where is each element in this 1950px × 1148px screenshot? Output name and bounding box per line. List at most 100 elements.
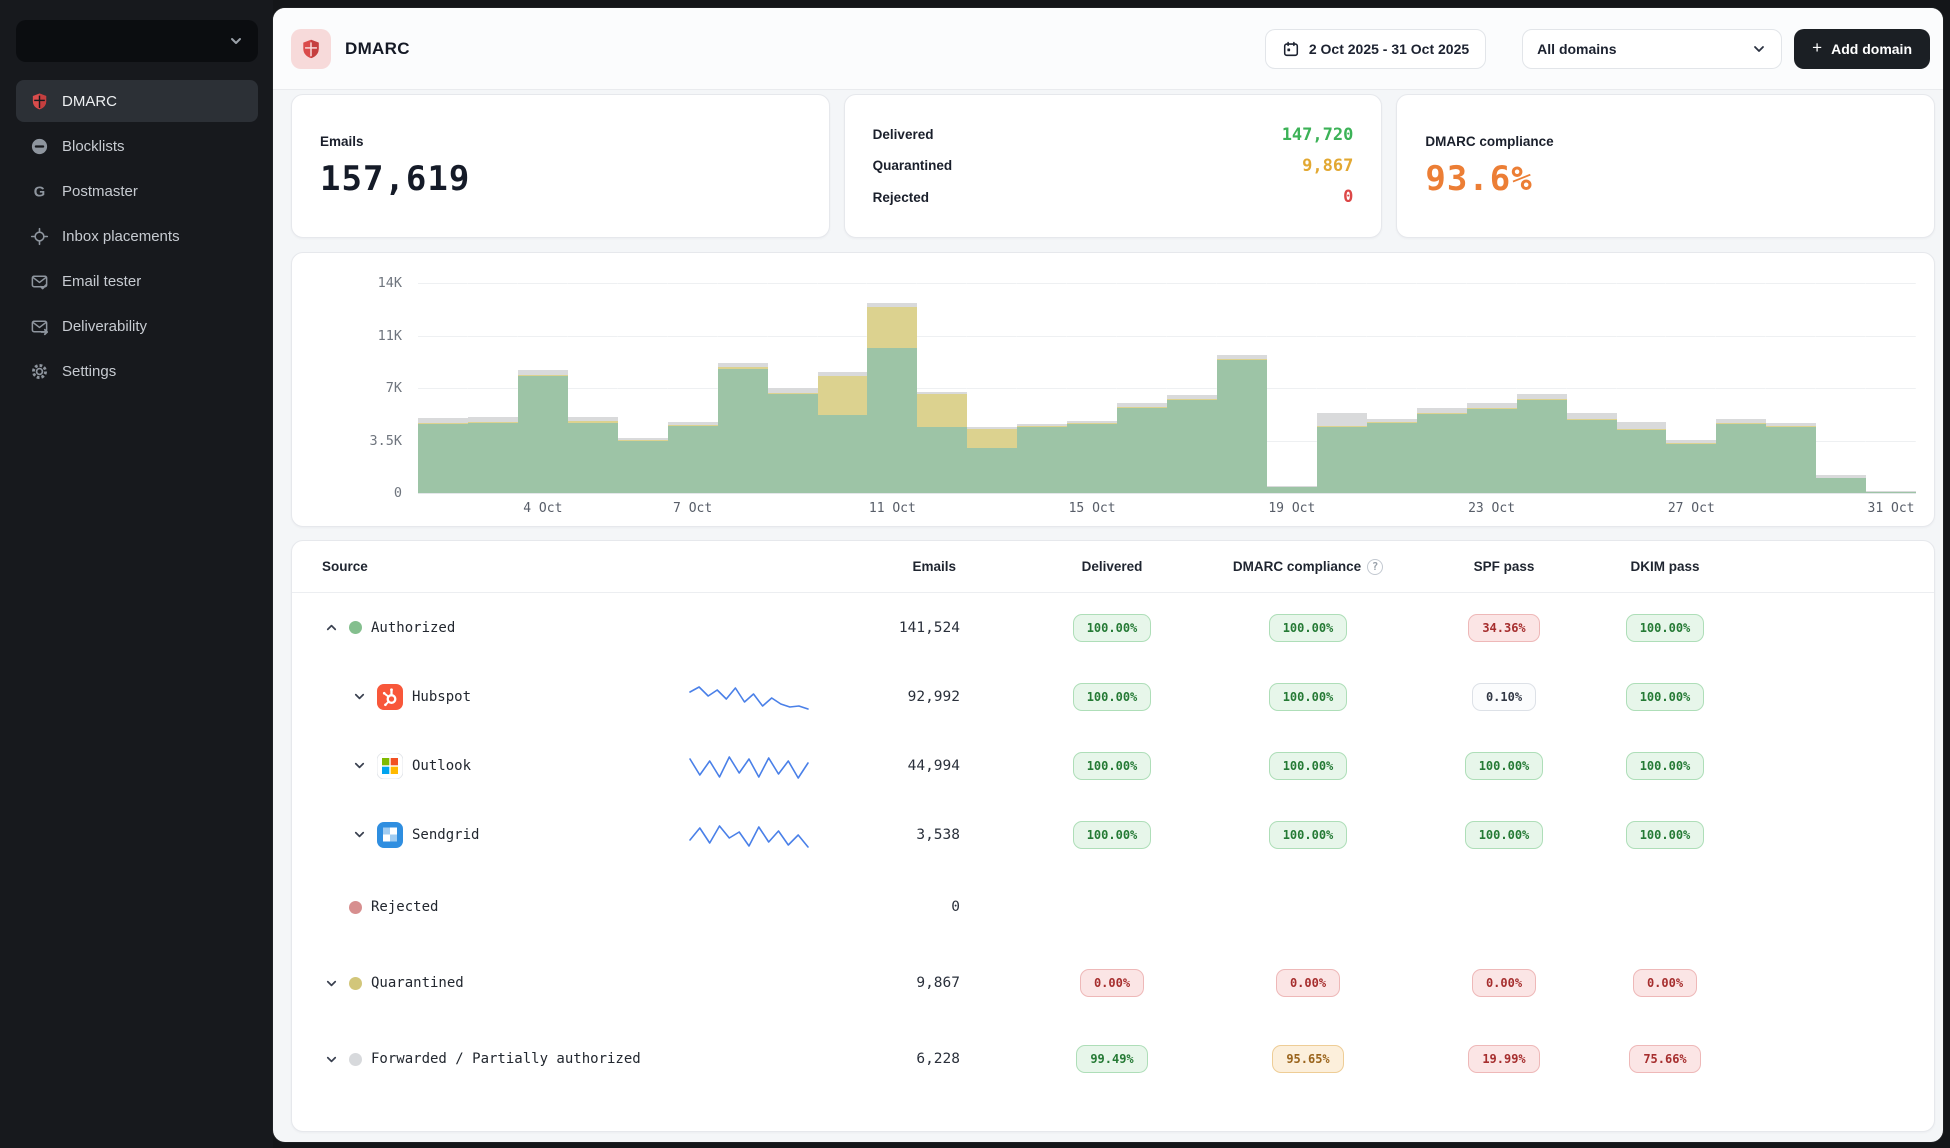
delivery-value: 147,720 xyxy=(1282,125,1354,145)
bar-30-oct xyxy=(1816,283,1866,493)
bar-segment-delivered xyxy=(1517,400,1567,493)
dmarc-compliance-badge: 100.00% xyxy=(1269,614,1348,642)
bar-21-oct xyxy=(1367,283,1417,493)
col-dkim-pass: DKIM pass xyxy=(1602,559,1728,574)
settings-icon xyxy=(29,361,49,381)
dkim-pass-cell: 100.00% xyxy=(1602,752,1728,780)
bar-13-oct xyxy=(967,283,1017,493)
bar-segment-delivered xyxy=(468,423,518,493)
chevron-down-icon[interactable] xyxy=(350,688,368,706)
source-label: Hubspot xyxy=(412,689,471,705)
workspace-selector[interactable] xyxy=(16,20,258,62)
chevron-down-icon[interactable] xyxy=(322,974,340,992)
delivered-badge: 100.00% xyxy=(1073,683,1152,711)
delivery-row-quarantined: Quarantined9,867 xyxy=(873,150,1354,181)
bar-22-oct xyxy=(1417,283,1467,493)
table-row-hubspot[interactable]: Hubspot92,992100.00%100.00%0.10%100.00% xyxy=(292,662,1934,731)
dmarc-compliance-cell: 0.00% xyxy=(1210,969,1406,997)
compliance-value: 93.6% xyxy=(1425,159,1906,199)
delivery-label: Rejected xyxy=(873,190,929,205)
sidebar-item-blocklists[interactable]: Blocklists xyxy=(16,125,258,167)
bar-segment-delivered xyxy=(1766,427,1816,493)
bar-23-oct xyxy=(1467,283,1517,493)
dkim-pass-badge: 0.00% xyxy=(1633,969,1697,997)
col-dmarc-compliance: DMARC compliance ? xyxy=(1210,559,1406,575)
spf-pass-cell: 19.99% xyxy=(1406,1045,1602,1073)
table-row-quarantined[interactable]: Quarantined9,8670.00%0.00%0.00%0.00% xyxy=(292,945,1934,1021)
emails-value: 92,992 xyxy=(814,689,966,705)
source-label: Outlook xyxy=(412,758,471,774)
bar-3-oct xyxy=(468,283,518,493)
bar-segment-delivered xyxy=(1617,430,1667,493)
col-delivered: Delivered xyxy=(1014,559,1210,574)
source-label: Quarantined xyxy=(371,975,464,991)
dmarc-compliance-badge: 0.00% xyxy=(1276,969,1340,997)
dmarc-compliance-badge: 100.00% xyxy=(1269,683,1348,711)
spf-pass-badge: 34.36% xyxy=(1468,614,1539,642)
bar-27-oct xyxy=(1666,283,1716,493)
dmarc-compliance-cell: 95.65% xyxy=(1210,1045,1406,1073)
sidebar-item-email-tester[interactable]: Email tester xyxy=(16,260,258,302)
dkim-pass-cell: 100.00% xyxy=(1602,821,1728,849)
sidebar-item-inbox-placements[interactable]: Inbox placements xyxy=(16,215,258,257)
spf-pass-cell: 100.00% xyxy=(1406,752,1602,780)
bar-9-oct xyxy=(768,283,818,493)
help-icon[interactable]: ? xyxy=(1367,559,1383,575)
bar-11-oct xyxy=(867,283,917,493)
postmaster-icon: G xyxy=(29,181,49,201)
emails-label: Emails xyxy=(320,134,801,149)
delivery-value: 0 xyxy=(1343,187,1353,207)
spf-pass-badge: 100.00% xyxy=(1465,752,1544,780)
table-row-forwarded[interactable]: Forwarded / Partially authorized6,22899.… xyxy=(292,1021,1934,1097)
sidebar-item-settings[interactable]: Settings xyxy=(16,350,258,392)
x-tick-label: 7 Oct xyxy=(673,501,712,516)
emails-value: 0 xyxy=(814,899,966,915)
sidebar-item-postmaster[interactable]: GPostmaster xyxy=(16,170,258,212)
emails-value: 44,994 xyxy=(814,758,966,774)
bar-segment-delivered xyxy=(668,426,718,494)
sidebar-item-deliverability[interactable]: Deliverability xyxy=(16,305,258,347)
table-row-authorized[interactable]: Authorized141,524100.00%100.00%34.36%100… xyxy=(292,593,1934,662)
chart-y-axis: 14K11K7K3.5K0 xyxy=(292,253,402,493)
table-row-sendgrid[interactable]: Sendgrid3,538100.00%100.00%100.00%100.00… xyxy=(292,800,1934,869)
gridline xyxy=(418,493,1916,494)
source-cell: Rejected xyxy=(322,898,684,916)
source-cell: Quarantined xyxy=(322,974,684,992)
date-range-button[interactable]: 2 Oct 2025 - 31 Oct 2025 xyxy=(1265,29,1486,69)
table-row-rejected: Rejected 0 xyxy=(292,869,1934,945)
delivered-cell: 100.00% xyxy=(1014,752,1210,780)
sidebar-item-label: Settings xyxy=(62,363,116,380)
sidebar-item-dmarc[interactable]: DMARC xyxy=(16,80,258,122)
dmarc-compliance-cell: 100.00% xyxy=(1210,821,1406,849)
bar-2-oct xyxy=(418,283,468,493)
delivery-label: Delivered xyxy=(873,127,934,142)
bar-segment-delivered xyxy=(1367,423,1417,494)
x-tick-label: 11 Oct xyxy=(869,501,916,516)
chevron-up-icon[interactable] xyxy=(322,619,340,637)
bar-segment-delivered xyxy=(917,427,967,493)
bar-10-oct xyxy=(818,283,868,493)
dkim-pass-badge: 75.66% xyxy=(1629,1045,1700,1073)
dkim-pass-badge: 100.00% xyxy=(1626,683,1705,711)
sparkline xyxy=(684,680,814,714)
bar-segment-delivered xyxy=(1816,478,1866,493)
chevron-down-icon xyxy=(228,33,244,49)
bar-segment-delivered xyxy=(1217,360,1267,494)
spf-pass-badge: 100.00% xyxy=(1465,821,1544,849)
email-volume-chart: 14K11K7K3.5K0 4 Oct7 Oct11 Oct15 Oct19 O… xyxy=(291,252,1935,527)
add-domain-button[interactable]: + Add domain xyxy=(1794,29,1930,69)
spf-pass-badge: 19.99% xyxy=(1468,1045,1539,1073)
chevron-down-icon[interactable] xyxy=(350,826,368,844)
domain-filter-select[interactable]: All domains xyxy=(1522,29,1782,69)
bar-segment-quarantined xyxy=(867,307,917,348)
outlook-icon xyxy=(377,753,403,779)
delivered-cell: 99.49% xyxy=(1014,1045,1210,1073)
chevron-down-icon[interactable] xyxy=(350,757,368,775)
bar-segment-delivered xyxy=(1417,414,1467,494)
sidebar-item-label: Deliverability xyxy=(62,318,147,335)
delivery-value: 9,867 xyxy=(1302,156,1353,176)
table-row-outlook[interactable]: Outlook44,994100.00%100.00%100.00%100.00… xyxy=(292,731,1934,800)
chevron-down-icon xyxy=(1751,41,1767,57)
chevron-down-icon[interactable] xyxy=(322,1050,340,1068)
date-range-label: 2 Oct 2025 - 31 Oct 2025 xyxy=(1309,41,1469,57)
